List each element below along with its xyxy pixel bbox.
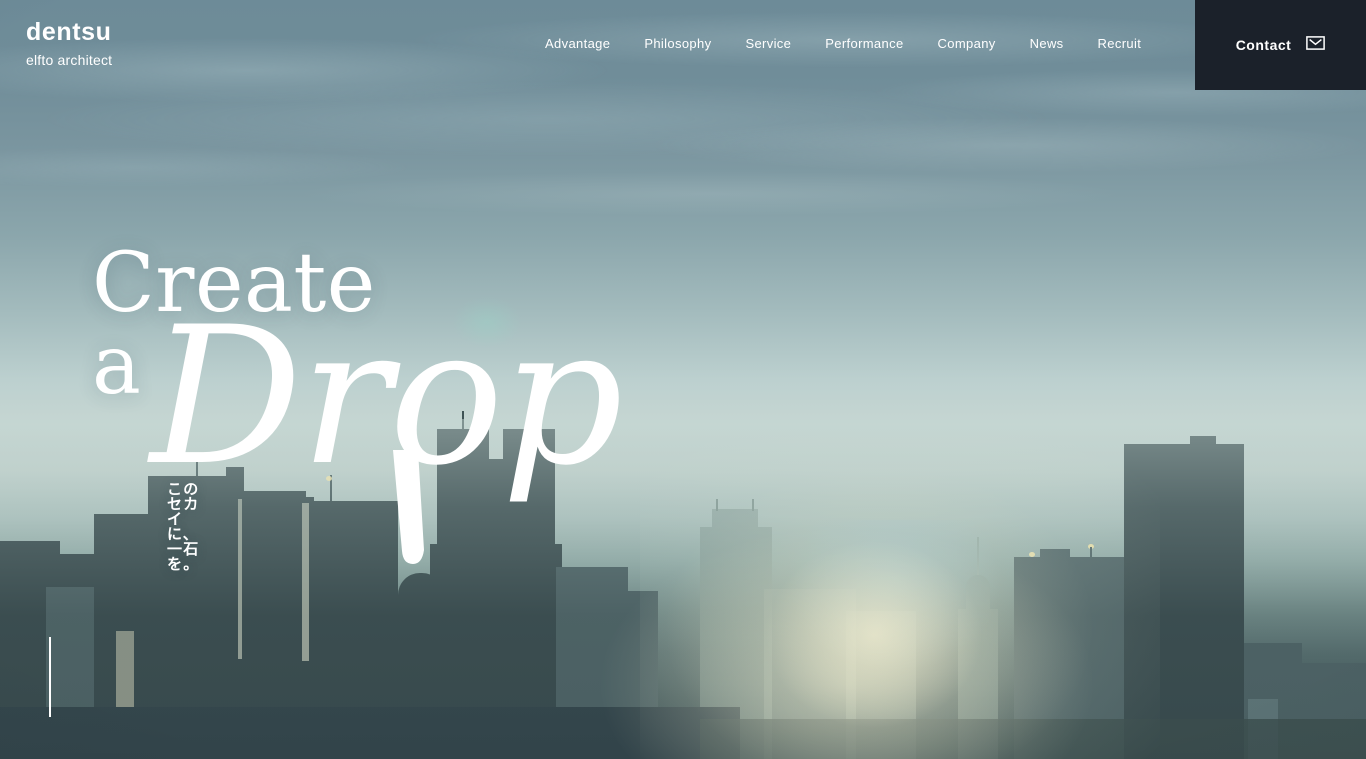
main-navigation: Advantage Philosophy Service Performance… [528,36,1158,52]
scroll-indicator-line [49,637,51,717]
contact-button[interactable]: Contact [1195,0,1366,90]
nav-item-performance[interactable]: Performance [808,36,920,52]
site-logo[interactable]: dentsu elfto architect [26,18,113,68]
hero-headline-line2: Drop [147,286,623,572]
contact-button-label: Contact [1235,37,1292,53]
hero-tagline: このセカイに、一石を。 [167,481,200,573]
logo-primary-text: dentsu [26,18,112,46]
site-header: dentsu elfto architect Advantage Philoso… [0,0,1366,90]
nav-item-philosophy[interactable]: Philosophy [627,36,728,52]
nav-item-advantage[interactable]: Advantage [528,36,627,52]
hero-section: dentsu elfto architect Advantage Philoso… [0,0,1366,759]
mail-icon [1306,35,1326,55]
nav-item-company[interactable]: Company [921,36,1013,52]
hero-drop-text: Drop [147,286,621,507]
nav-item-news[interactable]: News [1013,36,1081,52]
nav-item-service[interactable]: Service [728,36,808,52]
logo-secondary-text: elfto architect [26,52,113,68]
nav-item-recruit[interactable]: Recruit [1081,36,1159,52]
